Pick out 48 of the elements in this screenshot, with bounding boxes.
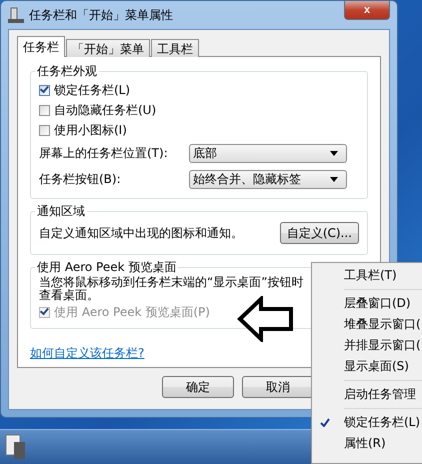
- menu-item[interactable]: 锁定任务栏(L): [314, 412, 422, 433]
- taskbar-icon: [8, 7, 24, 23]
- tab[interactable]: 「开始」菜单: [66, 39, 150, 57]
- menu-label: 工具栏(T): [344, 267, 397, 284]
- menu-item[interactable]: 显示桌面(S): [314, 356, 422, 377]
- tab[interactable]: 任务栏: [17, 36, 65, 57]
- menu-label: 层叠窗口(D): [344, 295, 411, 312]
- menu-label: 启动任务管理: [344, 386, 416, 403]
- menu-label: 堆叠显示窗口(: [344, 316, 421, 333]
- arrow-icon: [237, 296, 295, 342]
- checkbox-label: 自动隐藏任务栏(U): [54, 102, 156, 118]
- dropdown[interactable]: 始终合并、隐藏标签: [189, 170, 347, 188]
- window-title: 任务栏和「开始」菜单属性: [29, 6, 173, 24]
- checkbox[interactable]: [39, 104, 50, 116]
- menu-item[interactable]: 层叠窗口(D): [314, 293, 422, 314]
- checkbox-label: 锁定任务栏(L): [54, 82, 130, 98]
- document-icon: [4, 434, 26, 460]
- menu-item[interactable]: 属性(R): [314, 433, 422, 454]
- description-text: 查看桌面。: [39, 289, 100, 302]
- help-link[interactable]: 如何自定义该任务栏?: [30, 345, 144, 362]
- menu-item[interactable]: 工具栏(T): [314, 265, 422, 286]
- close-button[interactable]: x: [344, 1, 390, 20]
- menu-item[interactable]: 堆叠显示窗口(: [314, 314, 422, 335]
- dropdown-arrow-icon: [330, 150, 338, 156]
- check-icon: [320, 418, 330, 427]
- menu-label: 属性(R): [344, 435, 386, 452]
- group-title: 任务栏外观: [36, 63, 98, 80]
- menu-label: 显示桌面(S): [344, 358, 409, 375]
- menu-label: 并排显示窗口(: [344, 337, 421, 354]
- checkbox-label: 使用 Aero Peek 预览桌面(P): [54, 304, 210, 320]
- field-label: 屏幕上的任务栏位置(T):: [39, 144, 169, 162]
- dialog-button[interactable]: 取消: [242, 376, 314, 398]
- checkbox-label: 使用小图标(I): [54, 122, 127, 138]
- menu-item[interactable]: 并排显示窗口(: [314, 335, 422, 356]
- menu-label: 锁定任务栏(L): [344, 414, 420, 431]
- tab[interactable]: 工具栏: [151, 39, 199, 57]
- checkbox[interactable]: [39, 124, 50, 136]
- description-text: 当您将鼠标移动到任务栏末端的“显示桌面”按钮时: [39, 276, 304, 289]
- customize-button[interactable]: 自定义(C)...: [280, 222, 359, 244]
- dialog-button[interactable]: 确定: [162, 376, 234, 398]
- group-title: 通知区域: [36, 203, 86, 220]
- checkbox[interactable]: [39, 84, 50, 96]
- group-title: 使用 Aero Peek 预览桌面: [36, 259, 178, 276]
- dropdown-arrow-icon: [330, 176, 338, 182]
- menu-item[interactable]: 启动任务管理: [314, 384, 422, 405]
- dropdown[interactable]: 底部: [189, 144, 347, 162]
- field-label: 任务栏按钮(B):: [39, 170, 122, 188]
- description-text: 自定义通知区域中出现的图标和通知。: [39, 224, 243, 242]
